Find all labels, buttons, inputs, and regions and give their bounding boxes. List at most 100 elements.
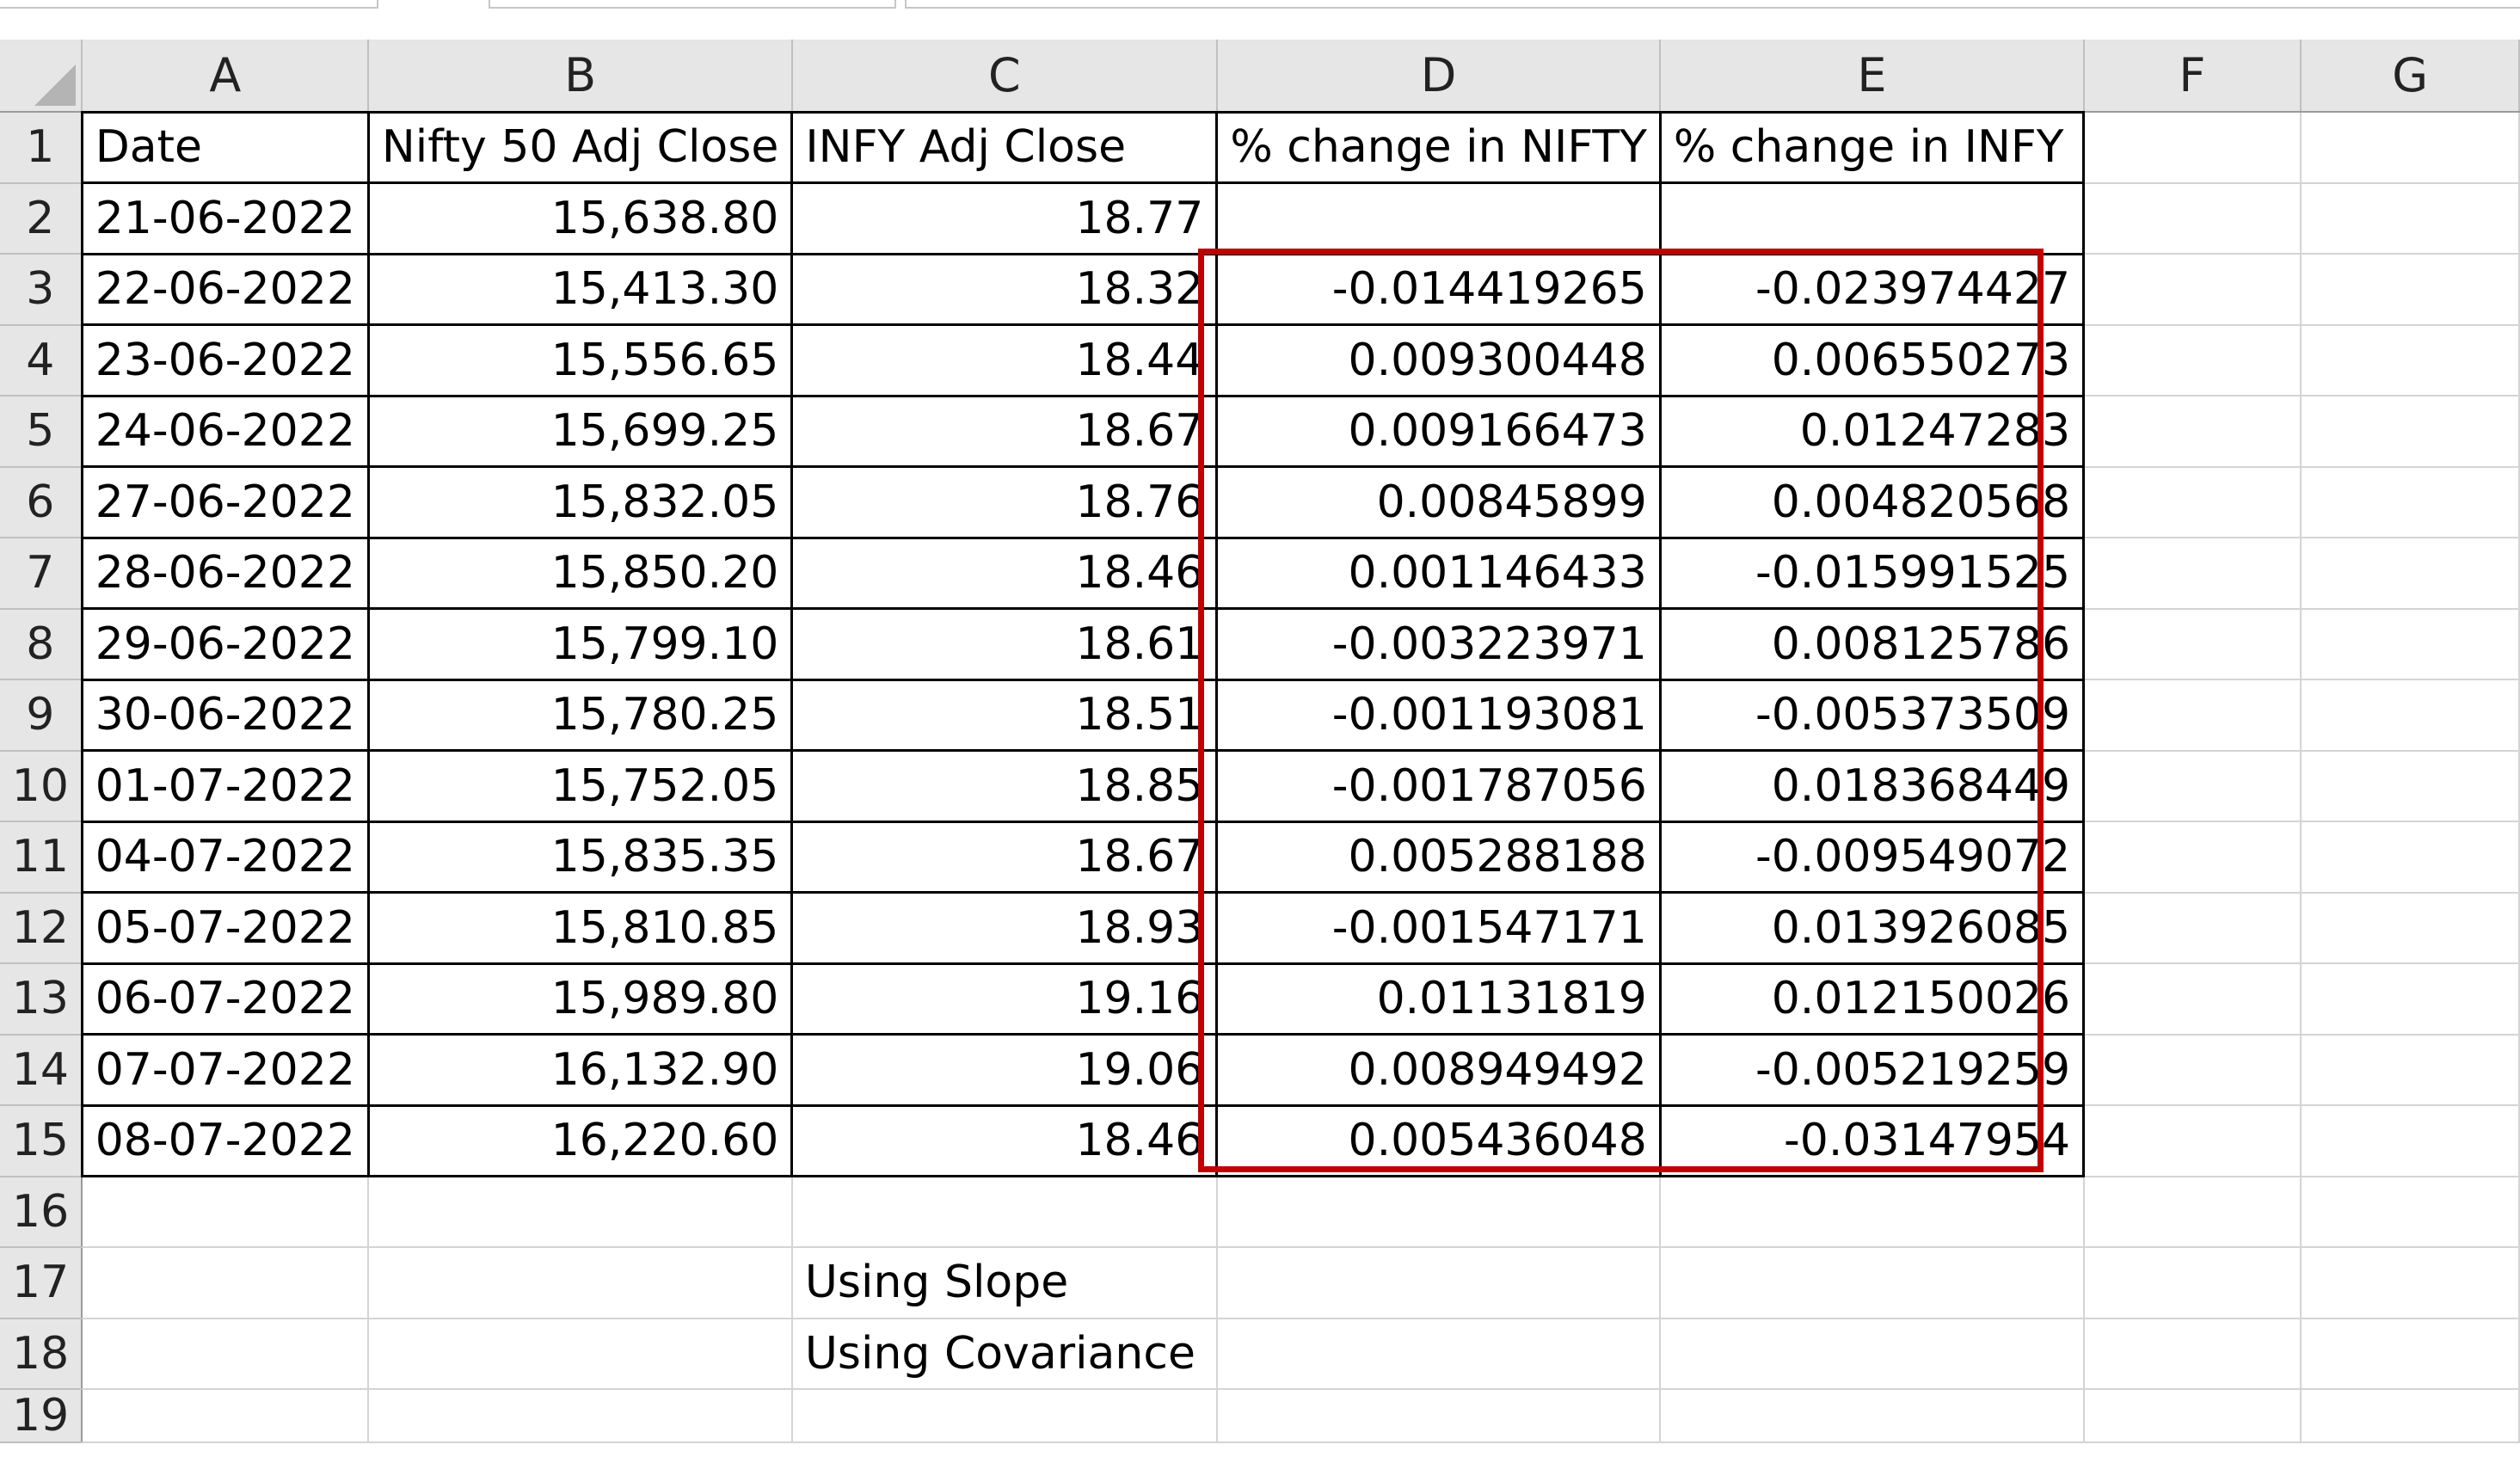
cell-e2[interactable] <box>1658 181 2086 255</box>
cell-e6[interactable]: 0.004820568 <box>1658 465 2086 539</box>
cell-e3[interactable]: -0.023974427 <box>1658 252 2086 326</box>
cell-a19[interactable] <box>81 1388 370 1443</box>
cell-b2[interactable]: 15,638.80 <box>366 181 794 255</box>
cell-a16[interactable] <box>81 1175 370 1248</box>
formula-bar-input[interactable] <box>905 0 2520 9</box>
cell-d4[interactable]: 0.009300448 <box>1215 323 1662 397</box>
cell-c7[interactable]: 18.46 <box>790 536 1219 610</box>
cell-f8[interactable] <box>2082 607 2302 680</box>
cell-g4[interactable] <box>2300 323 2520 396</box>
cell-d12[interactable]: -0.001547171 <box>1215 891 1662 965</box>
cell-g13[interactable] <box>2300 962 2520 1036</box>
row-header-7[interactable]: 7 <box>0 538 83 610</box>
cell-g7[interactable] <box>2300 537 2520 610</box>
cell-a4[interactable]: 23-06-2022 <box>80 323 370 397</box>
row-header-13[interactable]: 13 <box>0 963 83 1036</box>
cell-c9[interactable]: 18.51 <box>790 678 1219 752</box>
cell-d16[interactable] <box>1215 1175 1662 1248</box>
cell-f7[interactable] <box>2082 537 2302 610</box>
cell-a15[interactable]: 08-07-2022 <box>80 1103 370 1177</box>
cell-f12[interactable] <box>2082 891 2302 964</box>
column-header-a[interactable]: A <box>82 40 370 113</box>
cell-e19[interactable] <box>1659 1388 2085 1443</box>
cell-g17[interactable] <box>2300 1246 2520 1319</box>
cell-f6[interactable] <box>2082 465 2302 538</box>
cell-c18[interactable]: Using Covariance <box>790 1317 1218 1390</box>
cell-g2[interactable] <box>2300 181 2520 255</box>
cell-g3[interactable] <box>2300 253 2520 326</box>
cell-e5[interactable]: 0.01247283 <box>1658 394 2086 468</box>
cell-g10[interactable] <box>2300 749 2520 822</box>
cell-c2[interactable]: 18.77 <box>790 181 1219 255</box>
cell-b8[interactable]: 15,799.10 <box>366 607 794 681</box>
cell-e10[interactable]: 0.018368449 <box>1658 749 2086 823</box>
cell-f16[interactable] <box>2082 1175 2302 1248</box>
cell-b11[interactable]: 15,835.35 <box>366 820 794 894</box>
cell-d10[interactable]: -0.001787056 <box>1215 749 1662 823</box>
cell-g12[interactable] <box>2300 891 2520 964</box>
cell-e13[interactable]: 0.012150026 <box>1658 962 2086 1036</box>
cell-d8[interactable]: -0.003223971 <box>1215 607 1662 681</box>
cell-b4[interactable]: 15,556.65 <box>366 323 794 397</box>
cell-g18[interactable] <box>2300 1317 2520 1390</box>
row-header-6[interactable]: 6 <box>0 466 83 538</box>
cell-a12[interactable]: 05-07-2022 <box>80 891 370 965</box>
cell-c16[interactable] <box>790 1175 1218 1248</box>
cell-e9[interactable]: -0.005373509 <box>1658 678 2086 752</box>
cell-e17[interactable] <box>1659 1246 2085 1319</box>
row-header-15[interactable]: 15 <box>0 1105 83 1177</box>
cell-e8[interactable]: 0.008125786 <box>1658 607 2086 681</box>
cell-a14[interactable]: 07-07-2022 <box>80 1033 370 1107</box>
cell-g15[interactable] <box>2300 1104 2520 1177</box>
cell-d7[interactable]: 0.001146433 <box>1215 536 1662 610</box>
cell-c13[interactable]: 19.16 <box>790 962 1219 1036</box>
row-header-9[interactable]: 9 <box>0 679 83 752</box>
cell-f13[interactable] <box>2082 962 2302 1036</box>
cell-e1[interactable]: % change in INFY <box>1658 110 2086 184</box>
cell-e11[interactable]: -0.009549072 <box>1658 820 2086 894</box>
cell-b14[interactable]: 16,132.90 <box>366 1033 794 1107</box>
cell-c10[interactable]: 18.85 <box>790 749 1219 823</box>
cell-b18[interactable] <box>367 1317 793 1390</box>
row-header-17[interactable]: 17 <box>0 1247 83 1319</box>
cell-e12[interactable]: 0.013926085 <box>1658 891 2086 965</box>
cell-d6[interactable]: 0.00845899 <box>1215 465 1662 539</box>
cell-b1[interactable]: Nifty 50 Adj Close <box>366 110 794 184</box>
cell-d17[interactable] <box>1215 1246 1662 1319</box>
cell-b15[interactable]: 16,220.60 <box>366 1103 794 1177</box>
cell-c3[interactable]: 18.32 <box>790 252 1219 326</box>
row-header-11[interactable]: 11 <box>0 821 83 894</box>
cell-a8[interactable]: 29-06-2022 <box>80 607 370 681</box>
cell-d18[interactable] <box>1215 1317 1662 1390</box>
cell-e14[interactable]: -0.005219259 <box>1658 1033 2086 1107</box>
cell-g14[interactable] <box>2300 1033 2520 1106</box>
cell-c1[interactable]: INFY Adj Close <box>790 110 1219 184</box>
cell-c5[interactable]: 18.67 <box>790 394 1219 468</box>
column-header-c[interactable]: C <box>791 40 1218 113</box>
cell-f2[interactable] <box>2082 181 2302 255</box>
select-all-corner[interactable] <box>0 40 83 113</box>
cell-g9[interactable] <box>2300 679 2520 752</box>
row-header-5[interactable]: 5 <box>0 396 83 468</box>
row-header-4[interactable]: 4 <box>0 324 83 396</box>
cell-b7[interactable]: 15,850.20 <box>366 536 794 610</box>
cell-d5[interactable]: 0.009166473 <box>1215 394 1662 468</box>
cell-a11[interactable]: 04-07-2022 <box>80 820 370 894</box>
row-header-18[interactable]: 18 <box>0 1318 83 1390</box>
cell-b13[interactable]: 15,989.80 <box>366 962 794 1036</box>
column-header-d[interactable]: D <box>1216 40 1662 113</box>
cell-a7[interactable]: 28-06-2022 <box>80 536 370 610</box>
formula-bar-buttons[interactable] <box>489 0 896 9</box>
cell-c4[interactable]: 18.44 <box>790 323 1219 397</box>
row-header-12[interactable]: 12 <box>0 892 83 964</box>
cell-f14[interactable] <box>2082 1033 2302 1106</box>
cell-f11[interactable] <box>2082 821 2302 894</box>
cell-f10[interactable] <box>2082 749 2302 822</box>
cell-g16[interactable] <box>2300 1175 2520 1248</box>
row-header-10[interactable]: 10 <box>0 750 83 822</box>
cell-c6[interactable]: 18.76 <box>790 465 1219 539</box>
cell-e15[interactable]: -0.03147954 <box>1658 1103 2086 1177</box>
cell-a6[interactable]: 27-06-2022 <box>80 465 370 539</box>
column-header-e[interactable]: E <box>1660 40 2085 113</box>
cell-e18[interactable] <box>1659 1317 2085 1390</box>
